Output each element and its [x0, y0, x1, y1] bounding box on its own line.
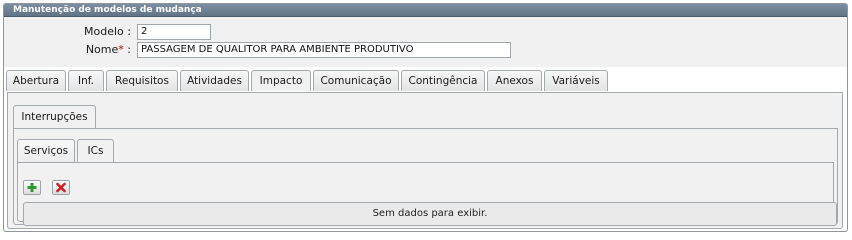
add-button[interactable]	[23, 180, 41, 195]
tab-ics[interactable]: ICs	[77, 139, 114, 162]
plus-icon	[27, 183, 37, 192]
panel-title: Manutenção de modelos de mudança	[4, 4, 847, 17]
delete-icon	[56, 182, 66, 193]
change-model-panel: Manutenção de modelos de mudança Modelo …	[3, 3, 848, 232]
nome-field[interactable]	[137, 42, 511, 58]
interrupcoes-content: Serviços ICs Sem dados para exibir.	[13, 128, 838, 226]
delete-button[interactable]	[52, 180, 70, 195]
tab-interrupcoes[interactable]: Interrupções	[13, 105, 96, 128]
required-mark: *	[118, 43, 124, 56]
modelo-label: Modelo :	[84, 25, 131, 38]
tab-comunicacao[interactable]: Comunicação	[313, 70, 399, 91]
tab-anexos[interactable]: Anexos	[487, 70, 542, 91]
tab-impacto[interactable]: Impacto	[251, 70, 311, 91]
tab-requisitos[interactable]: Requisitos	[106, 70, 178, 91]
ics-content: Sem dados para exibir.	[17, 162, 837, 226]
form-area: Modelo : Nome* :	[4, 17, 847, 67]
tab-atividades[interactable]: Atividades	[180, 70, 249, 91]
modelo-field[interactable]	[137, 24, 211, 40]
tab-variaveis[interactable]: Variáveis	[544, 70, 608, 91]
ics-grid-empty-message: Sem dados para exibir.	[23, 202, 837, 226]
nome-row: Nome* :	[4, 41, 844, 58]
tab-contingencia[interactable]: Contingência	[401, 70, 485, 91]
tab-abertura[interactable]: Abertura	[6, 70, 66, 91]
tab-inf[interactable]: Inf.	[68, 70, 104, 91]
nome-label-text: Nome	[85, 43, 119, 56]
impacto-tab-content: Interrupções Serviços ICs Sem dados para…	[7, 92, 843, 229]
nome-label-colon: :	[127, 43, 131, 56]
tab-servicos[interactable]: Serviços	[17, 139, 75, 162]
modelo-row: Modelo :	[4, 23, 844, 40]
nome-label: Nome* :	[86, 41, 131, 58]
